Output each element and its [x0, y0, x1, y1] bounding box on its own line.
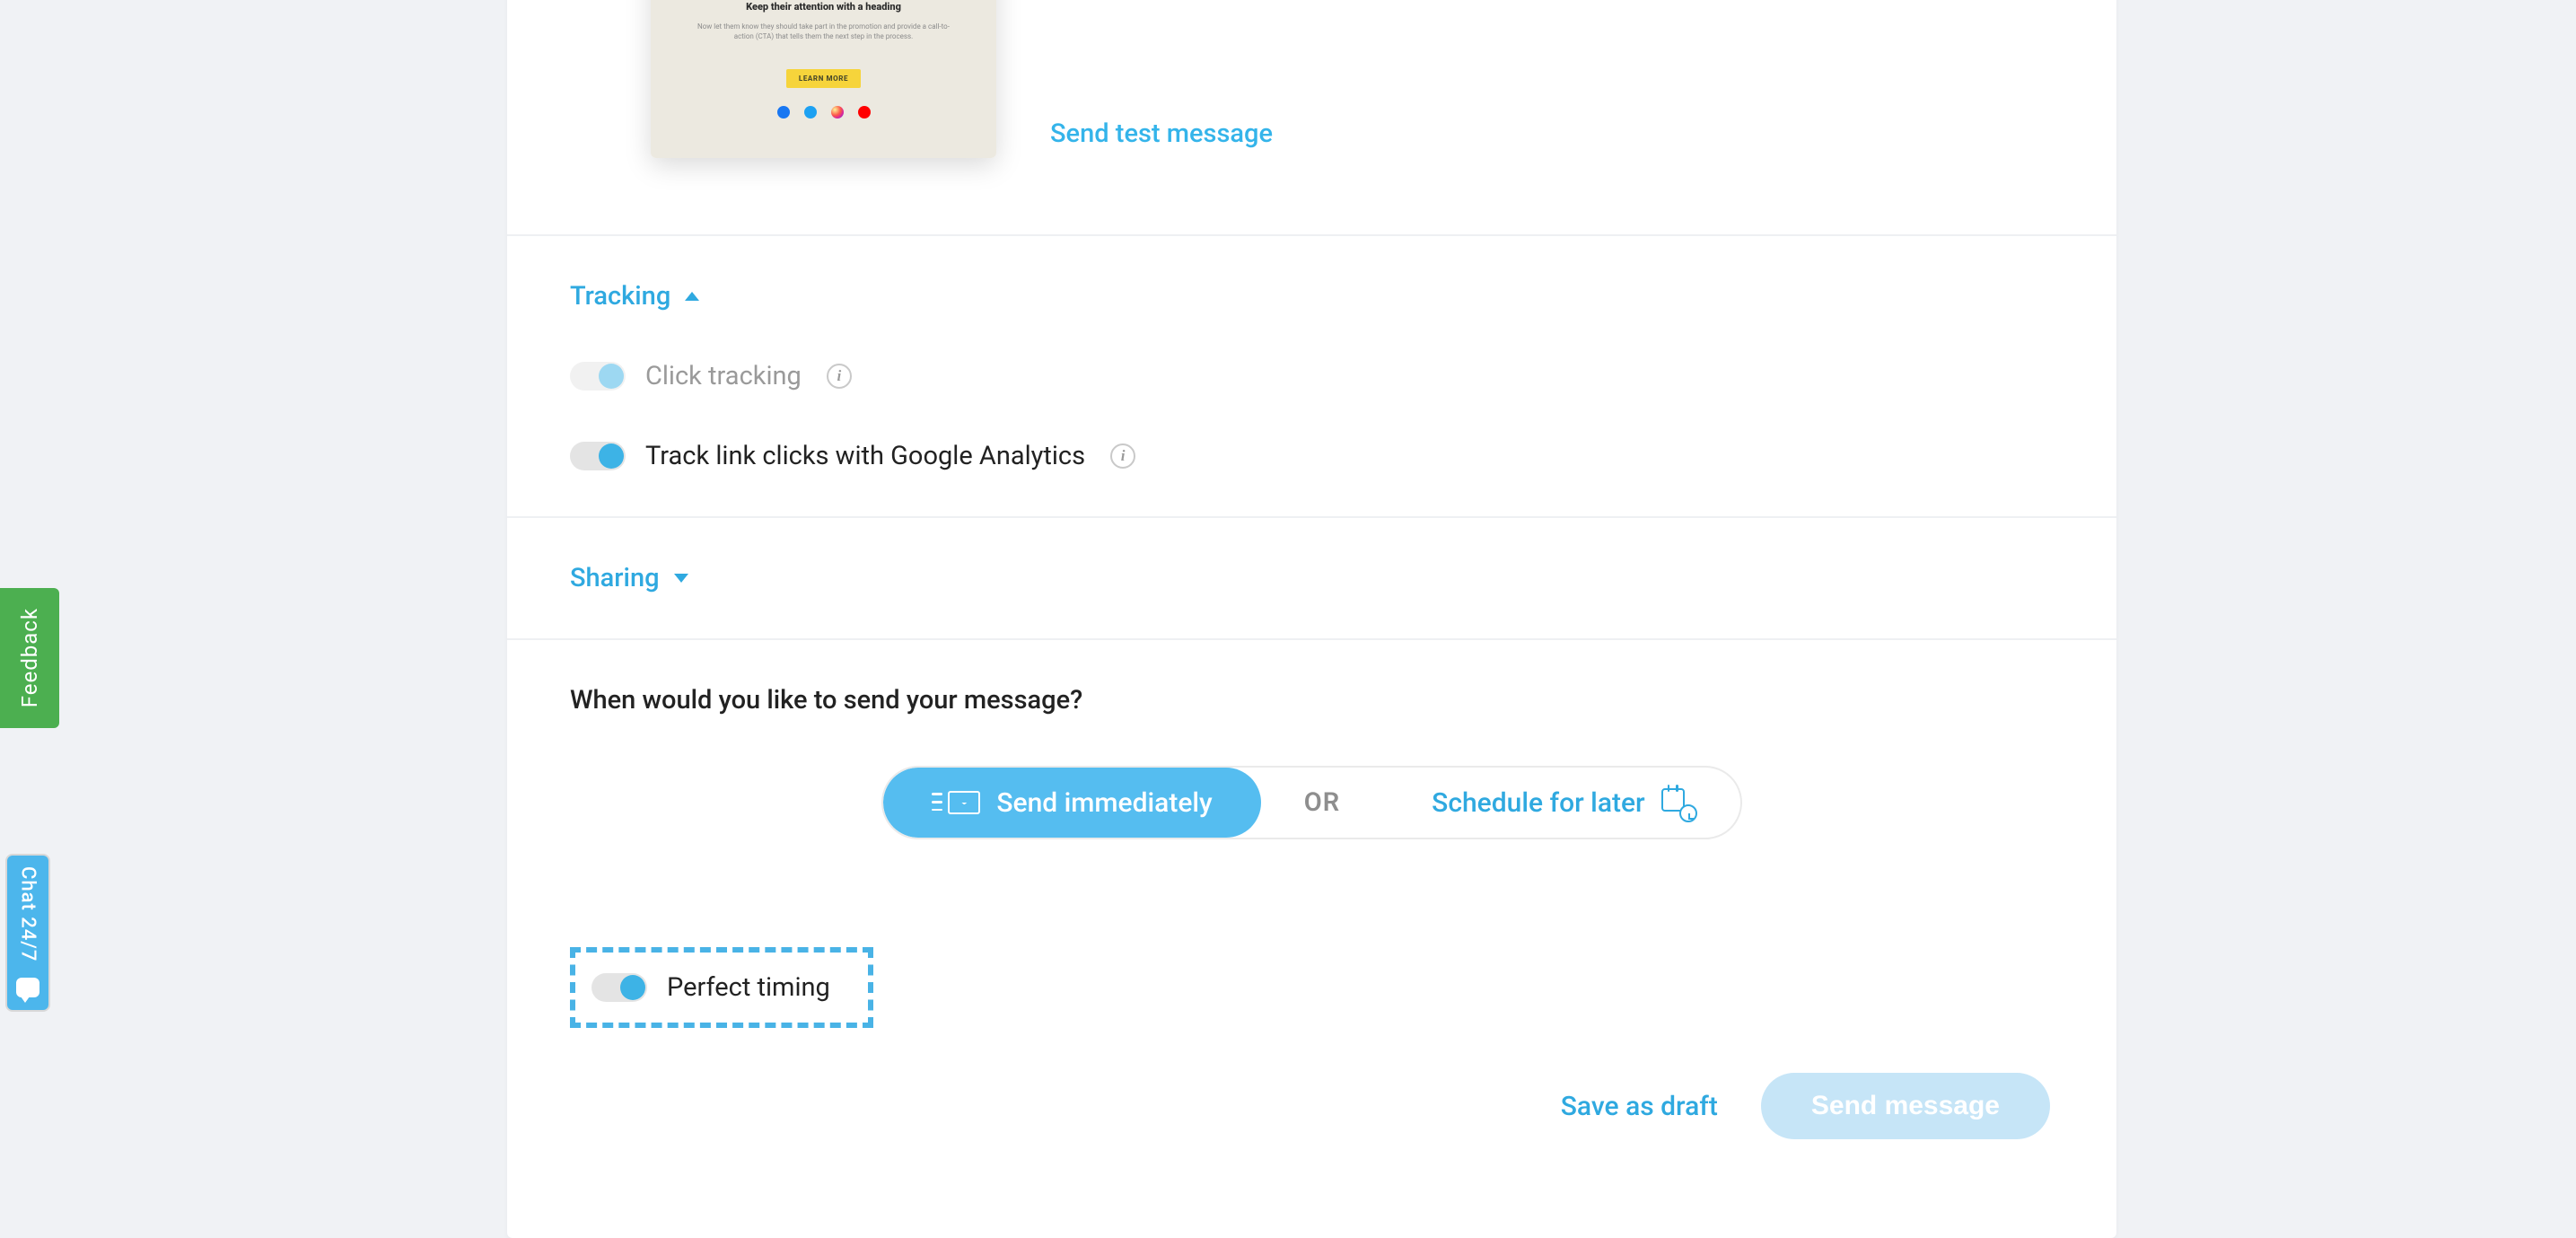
ga-tracking-row: Track link clicks with Google Analytics …: [570, 441, 2054, 471]
perfect-timing-highlight: Perfect timing: [570, 947, 873, 1028]
chat-label: Chat 24/7: [17, 866, 39, 961]
chat-widget[interactable]: Chat 24/7: [5, 854, 50, 1012]
schedule-question: When would you like to send your message…: [570, 685, 2054, 716]
social-icons: [669, 106, 978, 119]
tracking-title: Tracking: [570, 281, 670, 312]
instagram-icon: [831, 106, 844, 119]
body-text: Now let them know they should take part …: [689, 22, 959, 41]
info-icon[interactable]: i: [827, 364, 852, 389]
click-tracking-row: Click tracking i: [570, 361, 2054, 391]
send-test-link[interactable]: Send test message: [1050, 119, 1273, 149]
chat-bubble-icon: [16, 978, 39, 997]
chevron-up-icon: [685, 292, 699, 301]
schedule-section: When would you like to send your message…: [507, 638, 2116, 1238]
schedule-pill: Send immediately OR Schedule for later: [881, 766, 1741, 839]
send-immediately-button[interactable]: Send immediately: [883, 768, 1260, 838]
ga-tracking-label: Track link clicks with Google Analytics: [645, 441, 1085, 471]
sharing-section: Sharing: [507, 516, 2116, 638]
perfect-timing-toggle[interactable]: [591, 973, 647, 1002]
chevron-down-icon: [674, 574, 688, 583]
schedule-later-button[interactable]: Schedule for later: [1383, 768, 1739, 838]
feedback-label: Feedback: [17, 608, 42, 707]
click-tracking-toggle: [570, 362, 626, 391]
sharing-section-header[interactable]: Sharing: [570, 563, 2054, 593]
facebook-icon: [777, 106, 790, 119]
email-preview-card[interactable]: PROMOTION Describe your promotion Let re…: [651, 0, 996, 158]
send-immediately-label: Send immediately: [996, 787, 1212, 819]
save-draft-link[interactable]: Save as draft: [1561, 1091, 1718, 1122]
tracking-section-header[interactable]: Tracking: [570, 281, 2054, 312]
perfect-timing-label: Perfect timing: [667, 972, 830, 1003]
learn-more-button: LEARN MORE: [786, 69, 861, 88]
body-heading: Keep their attention with a heading: [669, 1, 978, 13]
tracking-section: Tracking Click tracking i Track link cli…: [507, 234, 2116, 516]
ga-tracking-toggle[interactable]: [570, 442, 626, 470]
feedback-tab[interactable]: Feedback: [0, 588, 59, 728]
schedule-later-label: Schedule for later: [1432, 787, 1644, 819]
email-body: Keep their attention with a heading Now …: [651, 0, 996, 158]
preview-section: PROMOTION Describe your promotion Let re…: [507, 0, 2116, 234]
send-message-button[interactable]: Send message: [1761, 1073, 2050, 1139]
send-icon: [948, 791, 980, 814]
sharing-title: Sharing: [570, 563, 660, 593]
info-icon[interactable]: i: [1110, 443, 1135, 469]
footer-actions: Save as draft Send message: [570, 1073, 2054, 1139]
schedule-or: OR: [1261, 787, 1383, 818]
click-tracking-label: Click tracking: [645, 361, 802, 391]
twitter-icon: [804, 106, 817, 119]
calendar-clock-icon: [1661, 788, 1692, 817]
main-panel: PROMOTION Describe your promotion Let re…: [507, 0, 2116, 1238]
youtube-icon: [858, 106, 871, 119]
